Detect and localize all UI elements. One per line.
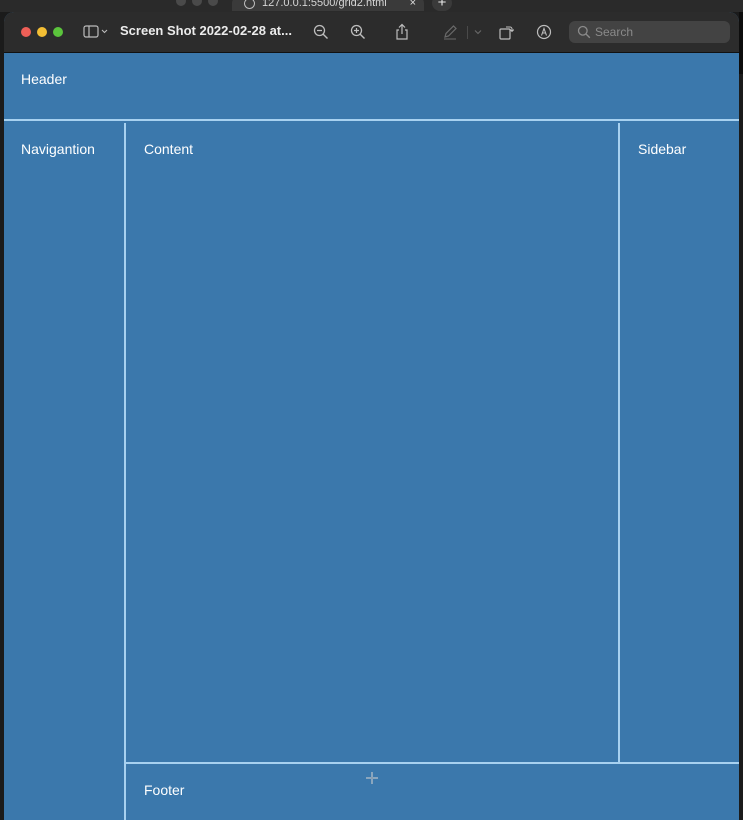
- document-title: Screen Shot 2022-02-28 at...: [120, 23, 292, 38]
- markup-pen-icon[interactable]: [440, 22, 460, 42]
- grid-header-area: Header: [4, 53, 739, 121]
- header-label: Header: [21, 71, 67, 87]
- preview-window: Screen Shot 2022-02-28 at... Search Head…: [4, 12, 739, 820]
- annotate-icon[interactable]: [534, 22, 554, 42]
- sidebar-toggle-icon[interactable]: [82, 22, 110, 42]
- search-input[interactable]: [595, 25, 725, 39]
- move-cursor-icon: [365, 771, 379, 785]
- footer-label: Footer: [144, 782, 185, 798]
- fullscreen-window-button[interactable]: [53, 27, 63, 37]
- chevron-down-icon[interactable]: [472, 22, 484, 42]
- background-window-controls: [176, 0, 218, 6]
- search-field[interactable]: [569, 21, 730, 43]
- share-icon[interactable]: [392, 22, 412, 42]
- titlebar: Screen Shot 2022-02-28 at...: [4, 12, 739, 53]
- background-tab-url: 127.0.0.1:5500/grid2.html: [262, 0, 387, 9]
- grid-content-area: Content: [126, 123, 620, 764]
- new-tab-button[interactable]: +: [432, 0, 452, 11]
- rotate-icon[interactable]: [496, 22, 516, 42]
- minimize-window-button[interactable]: [37, 27, 47, 37]
- search-icon: [577, 25, 591, 39]
- close-tab-icon[interactable]: ×: [410, 0, 416, 9]
- grid-sidebar-area: Sidebar: [620, 123, 739, 764]
- sidebar-label: Sidebar: [638, 141, 687, 157]
- content-label: Content: [144, 141, 194, 157]
- navigation-label: Navigantion: [21, 141, 95, 157]
- background-browser-tab[interactable]: 127.0.0.1:5500/grid2.html ×: [232, 0, 424, 11]
- background-window-edge: [739, 12, 743, 74]
- grid-navigation-area: Navigantion: [4, 123, 126, 820]
- grid-footer-area: Footer: [126, 764, 739, 820]
- close-window-button[interactable]: [21, 27, 31, 37]
- grid-document: Header Navigantion Content Sidebar Foote…: [4, 53, 739, 820]
- toolbar-separator: [467, 26, 468, 39]
- background-browser-tabstrip: 127.0.0.1:5500/grid2.html × +: [0, 0, 743, 12]
- zoom-in-icon[interactable]: [348, 22, 368, 42]
- zoom-out-icon[interactable]: [311, 22, 331, 42]
- globe-icon: [244, 0, 255, 9]
